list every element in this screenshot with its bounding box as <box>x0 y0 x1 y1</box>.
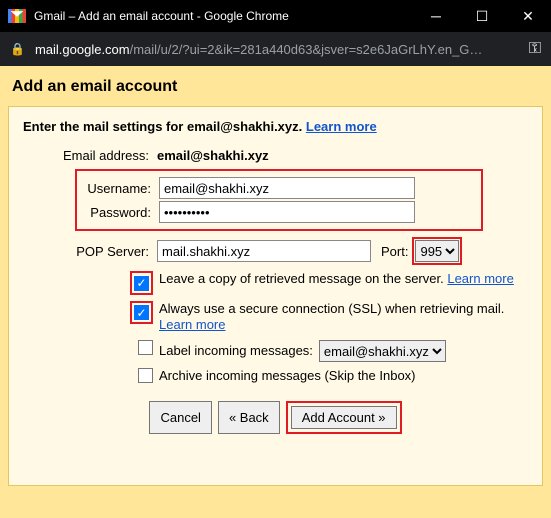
label-incoming-text: Label incoming messages: <box>159 343 313 360</box>
password-label: Password: <box>81 205 155 220</box>
ssl-text: Always use a secure connection (SSL) whe… <box>159 301 532 335</box>
label-select[interactable]: email@shakhi.xyz <box>319 340 446 362</box>
leave-copy-text: Leave a copy of retrieved message on the… <box>159 271 532 288</box>
back-button[interactable]: « Back <box>218 401 280 434</box>
email-value: email@shakhi.xyz <box>157 148 269 163</box>
port-select[interactable]: 995 <box>415 240 459 262</box>
archive-checkbox[interactable] <box>138 368 153 383</box>
add-account-button[interactable]: Add Account » <box>291 406 397 429</box>
url-text: mail.google.com/mail/u/2/?ui=2&ik=281a44… <box>35 42 519 57</box>
credentials-highlight: Username: Password: <box>75 169 483 231</box>
window-title: Gmail – Add an email account - Google Ch… <box>34 9 413 23</box>
password-input[interactable] <box>159 201 415 223</box>
leave-copy-learn-more[interactable]: Learn more <box>447 271 513 286</box>
password-key-icon[interactable]: ⚿ <box>529 40 541 58</box>
pop-server-input[interactable] <box>157 240 371 262</box>
leave-copy-checkbox[interactable]: ✓ <box>134 276 149 291</box>
username-label: Username: <box>81 181 155 196</box>
page-content: Add an email account Enter the mail sett… <box>0 66 551 518</box>
port-highlight: 995 <box>412 237 462 265</box>
email-row: Email address: email@shakhi.xyz <box>19 148 532 163</box>
archive-text: Archive incoming messages (Skip the Inbo… <box>159 368 532 385</box>
label-incoming-checkbox[interactable] <box>138 340 153 355</box>
window-titlebar: Gmail – Add an email account - Google Ch… <box>0 0 551 32</box>
learn-more-link[interactable]: Learn more <box>306 119 377 134</box>
cancel-button[interactable]: Cancel <box>149 401 211 434</box>
ssl-learn-more[interactable]: Learn more <box>159 317 225 332</box>
pop-label: POP Server: <box>19 244 153 259</box>
ssl-highlight: ✓ <box>130 301 153 325</box>
address-bar[interactable]: 🔒 mail.google.com/mail/u/2/?ui=2&ik=281a… <box>0 32 551 66</box>
leave-copy-highlight: ✓ <box>130 271 153 295</box>
gmail-icon <box>8 9 26 23</box>
username-input[interactable] <box>159 177 415 199</box>
close-button[interactable]: ✕ <box>505 0 551 32</box>
button-row: Cancel « Back Add Account » <box>19 401 532 434</box>
page-heading: Add an email account <box>12 78 543 96</box>
email-label: Email address: <box>19 148 153 163</box>
lock-icon: 🔒 <box>10 42 25 56</box>
port-label: Port: <box>381 244 408 259</box>
maximize-button[interactable]: ☐ <box>459 0 505 32</box>
minimize-button[interactable]: ─ <box>413 0 459 32</box>
settings-panel: Enter the mail settings for email@shakhi… <box>8 106 543 486</box>
add-account-highlight: Add Account » <box>286 401 402 434</box>
ssl-checkbox[interactable]: ✓ <box>134 305 149 320</box>
intro-text: Enter the mail settings for email@shakhi… <box>23 119 532 134</box>
